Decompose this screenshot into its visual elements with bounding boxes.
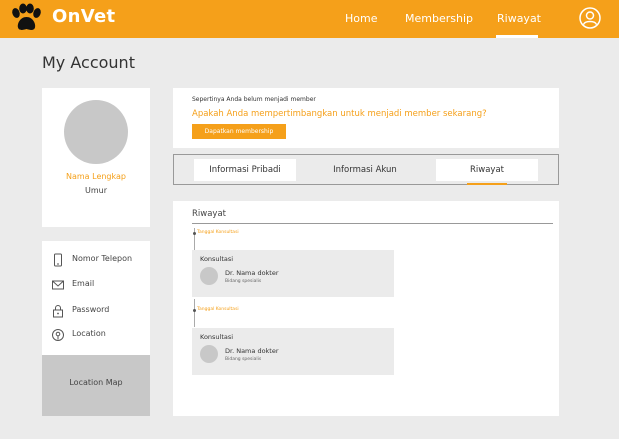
timeline-line — [194, 299, 195, 327]
user-account-icon[interactable] — [579, 7, 601, 29]
membership-note: Sepertinya Anda belum menjadi member — [192, 96, 316, 103]
contact-email-label: Email — [72, 279, 95, 288]
history-entry-date: Tanggal Konsultasi — [197, 230, 239, 235]
doctor-name: Dr. Nama dokter — [225, 347, 279, 355]
history-panel: Riwayat Tanggal Konsultasi Konsultasi Dr… — [173, 201, 559, 416]
contact-phone: Nomor Telepon — [42, 251, 150, 269]
account-tabs: Informasi Pribadi Informasi Akun Riwayat — [173, 154, 559, 185]
location-map[interactable]: Location Map — [42, 355, 150, 416]
nav-riwayat[interactable]: Riwayat — [497, 12, 541, 25]
contact-location-label: Location — [72, 329, 106, 338]
contact-password: Password — [42, 302, 150, 320]
location-map-label: Location Map — [69, 378, 123, 387]
contact-location: Location — [42, 326, 150, 344]
nav-membership[interactable]: Membership — [405, 12, 473, 25]
membership-banner: Sepertinya Anda belum menjadi member Apa… — [173, 88, 559, 148]
tab-informasi-akun[interactable]: Informasi Akun — [314, 159, 416, 181]
doctor-specialty: Bidang spesialis — [225, 279, 262, 284]
mail-icon — [52, 280, 64, 290]
contact-phone-label: Nomor Telepon — [72, 254, 133, 263]
contact-email: Email — [42, 276, 150, 294]
get-membership-button[interactable]: Dapatkan membership — [192, 124, 286, 139]
contact-password-label: Password — [72, 305, 110, 314]
history-entry[interactable]: Konsultasi Dr. Nama dokter Bidang spesia… — [192, 250, 394, 297]
profile-name: Nama Lengkap — [66, 172, 126, 181]
history-divider — [192, 223, 553, 224]
membership-question: Apakah Anda mempertimbangkan untuk menja… — [192, 109, 487, 119]
history-entry[interactable]: Konsultasi Dr. Nama dokter Bidang spesia… — [192, 328, 394, 375]
timeline-dot — [193, 232, 196, 235]
phone-icon — [54, 253, 62, 267]
tab-riwayat[interactable]: Riwayat — [436, 159, 538, 181]
timeline-dot — [193, 309, 196, 312]
tab-active-indicator — [467, 183, 507, 185]
top-navigation-bar: OnVet Home Membership Riwayat — [0, 0, 619, 38]
history-entry-date: Tanggal Konsultasi — [197, 307, 239, 312]
consult-type: Konsultasi — [200, 333, 234, 341]
nav-active-indicator — [496, 35, 538, 38]
location-pin-icon — [52, 329, 64, 341]
consult-type: Konsultasi — [200, 255, 234, 263]
lock-icon — [53, 305, 63, 318]
doctor-specialty: Bidang spesialis — [225, 357, 262, 362]
page-title: My Account — [42, 53, 135, 72]
nav-home[interactable]: Home — [345, 12, 377, 25]
tab-informasi-pribadi[interactable]: Informasi Pribadi — [194, 159, 296, 181]
profile-age: Umur — [84, 186, 107, 195]
doctor-avatar — [200, 345, 218, 363]
profile-card: Nama Lengkap Umur — [42, 88, 150, 227]
doctor-avatar — [200, 267, 218, 285]
app-name[interactable]: OnVet — [52, 6, 115, 27]
contact-card: Nomor Telepon Email Password Location — [42, 241, 150, 355]
doctor-name: Dr. Nama dokter — [225, 269, 279, 277]
avatar[interactable] — [64, 100, 128, 164]
history-title: Riwayat — [192, 209, 226, 219]
paw-logo-icon — [12, 3, 41, 30]
